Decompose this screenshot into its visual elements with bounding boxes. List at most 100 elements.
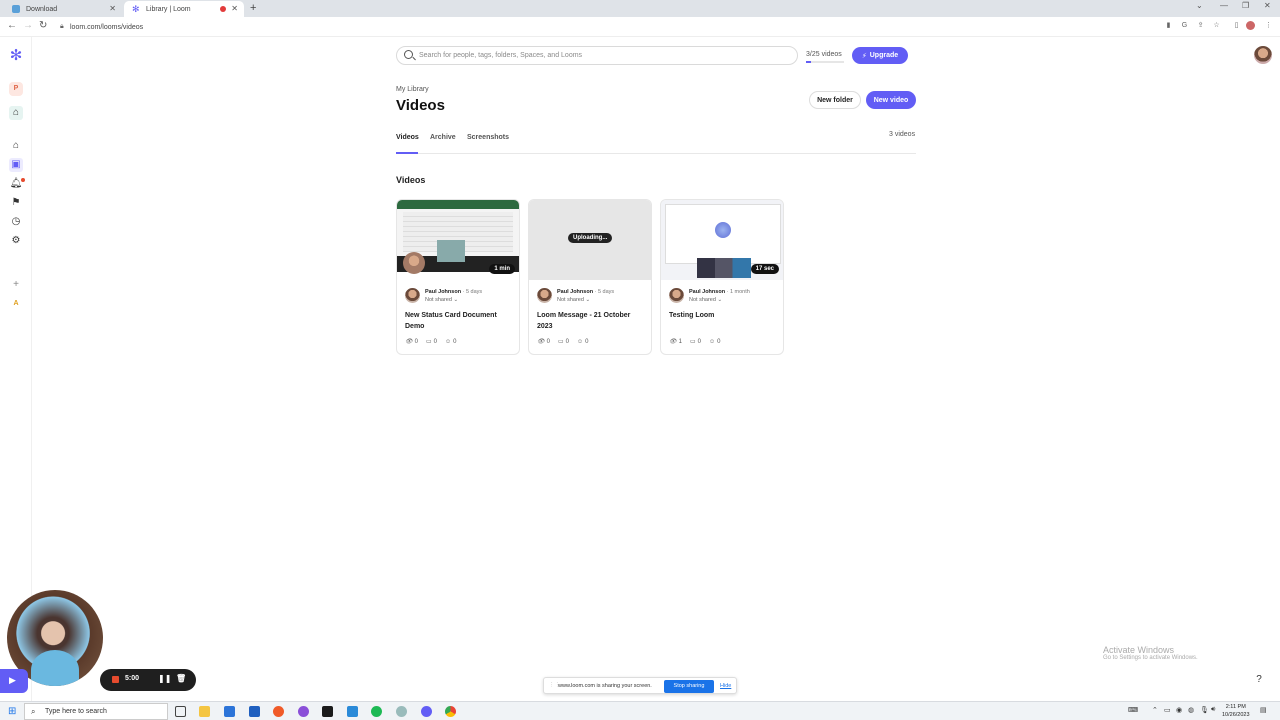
- card-title[interactable]: New Status Card Document Demo: [405, 310, 515, 332]
- minimize-icon[interactable]: —: [1220, 1, 1228, 10]
- hide-link[interactable]: Hide: [720, 683, 731, 689]
- add-workspace-icon[interactable]: +: [9, 278, 23, 292]
- address-bar[interactable]: 🔒︎ loom.com/looms/videos: [58, 19, 1158, 35]
- spotify-icon[interactable]: [371, 706, 382, 717]
- taskbar-clock[interactable]: 2:11 PM 10/26/2023: [1222, 703, 1250, 719]
- sidebar-icon[interactable]: ▯: [1232, 21, 1241, 30]
- new-video-button[interactable]: New video: [866, 91, 916, 109]
- comments-count: 0: [565, 338, 569, 345]
- tab-videos[interactable]: Videos: [396, 134, 419, 141]
- vscode-icon[interactable]: [347, 706, 358, 717]
- file-explorer-icon[interactable]: [199, 706, 210, 717]
- sharing-dropdown[interactable]: Not shared ⌄: [557, 297, 590, 303]
- trash-icon[interactable]: 🗑︎: [176, 674, 186, 683]
- taskbar-search-input[interactable]: ⌕ Type here to search: [24, 703, 168, 720]
- keyboard-icon[interactable]: ⌨: [1128, 706, 1138, 714]
- new-folder-button[interactable]: New folder: [809, 91, 861, 109]
- reload-icon[interactable]: ↻: [39, 20, 47, 31]
- sharing-dropdown[interactable]: Not shared ⌄: [425, 297, 458, 303]
- tab-search-icon[interactable]: ⌄: [1196, 1, 1203, 10]
- tab-download[interactable]: Download ✕: [4, 1, 122, 17]
- reactions-count: 0: [585, 338, 589, 345]
- video-card[interactable]: 17 sec Paul Johnson · 1 month Not shared…: [660, 199, 784, 355]
- google-icon[interactable]: G: [1180, 21, 1189, 30]
- gift-icon[interactable]: ⌂: [9, 106, 23, 120]
- app-icon[interactable]: [396, 706, 407, 717]
- mail-icon[interactable]: [249, 706, 260, 717]
- chrome-icon[interactable]: [445, 706, 456, 717]
- notifications-icon[interactable]: ▤: [1260, 706, 1267, 714]
- brave-browser-icon[interactable]: [273, 706, 284, 717]
- volume-icon[interactable]: 🔊︎: [1211, 706, 1215, 714]
- section-title: Videos: [396, 175, 426, 185]
- help-icon[interactable]: ?: [1251, 672, 1267, 688]
- close-icon[interactable]: ✕: [109, 4, 116, 13]
- card-title[interactable]: Loom Message - 21 October 2023: [537, 310, 647, 332]
- tray-chevron-icon[interactable]: ⌃: [1152, 706, 1158, 714]
- search-placeholder: Search for people, tags, folders, Spaces…: [419, 52, 583, 59]
- back-icon[interactable]: ←: [7, 20, 17, 31]
- smiley-icon: ☺: [444, 338, 452, 345]
- profile-icon[interactable]: [1246, 21, 1255, 30]
- video-thumbnail[interactable]: Uploading...: [529, 200, 651, 280]
- home-icon[interactable]: ⌂: [9, 139, 23, 153]
- tab-screenshots[interactable]: Screenshots: [467, 134, 509, 141]
- restore-icon[interactable]: ❐: [1242, 1, 1249, 10]
- smiley-icon: ☺: [708, 338, 716, 345]
- menu-icon[interactable]: ⋮: [1264, 21, 1273, 30]
- card-title[interactable]: Testing Loom: [669, 310, 779, 321]
- comments-stat: ▭ 0: [558, 338, 569, 346]
- comment-icon: ▭: [425, 339, 432, 345]
- new-tab-icon[interactable]: +: [250, 2, 256, 14]
- close-icon[interactable]: ✕: [231, 4, 238, 13]
- windows-start-icon[interactable]: ⊞: [8, 706, 16, 717]
- tray-app-icon[interactable]: ▭: [1164, 706, 1171, 714]
- loom-logo-icon[interactable]: ✻: [9, 48, 23, 63]
- thumbnail-window: [437, 240, 465, 262]
- browser-toolbar: ← → ↻ 🔒︎ loom.com/looms/videos ▮ G ⇪ ☆ ▯…: [0, 17, 1280, 37]
- library-icon[interactable]: ▣: [9, 158, 23, 172]
- pause-icon[interactable]: ❚❚: [158, 674, 171, 683]
- tray-app-icon[interactable]: ◍: [1188, 706, 1194, 714]
- podcast-app-icon[interactable]: [298, 706, 309, 717]
- recorder-camera-button[interactable]: ▶: [0, 669, 28, 693]
- upgrade-button[interactable]: ⚡︎ Upgrade: [852, 47, 908, 64]
- recording-timer: 5:00: [125, 675, 140, 682]
- video-usage-count[interactable]: 3/25 videos: [806, 51, 842, 58]
- watermark-subtitle: Go to Settings to activate Windows.: [1103, 655, 1198, 661]
- notification-dot: [21, 178, 25, 182]
- breadcrumb[interactable]: My Library: [396, 86, 429, 93]
- tray-app-icon[interactable]: ◉: [1176, 706, 1182, 714]
- workspace-p-icon[interactable]: P: [9, 82, 23, 96]
- video-thumbnail[interactable]: 1 min: [397, 200, 519, 280]
- workspace-a-icon[interactable]: A: [9, 297, 23, 311]
- video-card[interactable]: Uploading... Paul Johnson · 5 days Not s…: [528, 199, 652, 355]
- user-avatar[interactable]: [1254, 46, 1272, 64]
- task-view-icon[interactable]: [175, 706, 186, 717]
- store-icon[interactable]: [224, 706, 235, 717]
- share-message: www.loom.com is sharing your screen.: [558, 683, 652, 689]
- tab-archive[interactable]: Archive: [430, 134, 456, 141]
- forward-icon[interactable]: →: [23, 20, 33, 31]
- video-card[interactable]: 1 min Paul Johnson · 5 days Not shared ⌄…: [396, 199, 520, 355]
- comments-count: 0: [433, 338, 437, 345]
- video-thumbnail[interactable]: 17 sec: [661, 200, 783, 280]
- terminal-app-icon[interactable]: [322, 706, 333, 717]
- bookmark-star-icon[interactable]: ☆: [1212, 21, 1221, 30]
- stop-recording-button[interactable]: [112, 676, 119, 683]
- tab-library-loom[interactable]: ✻ Library | Loom ✕: [124, 1, 244, 17]
- sharing-dropdown[interactable]: Not shared ⌄: [689, 297, 722, 303]
- video-count: 3 videos: [889, 131, 916, 138]
- share-icon[interactable]: ⇪: [1196, 21, 1205, 30]
- settings-gear-icon[interactable]: ⚙: [9, 234, 23, 248]
- history-clock-icon[interactable]: ◷: [9, 215, 23, 229]
- camera-icon[interactable]: ▮: [1164, 21, 1173, 30]
- loom-app-icon[interactable]: [421, 706, 432, 717]
- stop-sharing-button[interactable]: Stop sharing: [664, 680, 714, 693]
- download-favicon-icon: [12, 5, 20, 13]
- search-input[interactable]: Search for people, tags, folders, Spaces…: [396, 46, 798, 65]
- close-window-icon[interactable]: ✕: [1264, 1, 1271, 10]
- views-stat: 👁︎ 0: [405, 338, 418, 346]
- microphone-icon[interactable]: 🎙︎: [1200, 706, 1209, 714]
- bookmark-icon[interactable]: ⚑: [9, 196, 23, 210]
